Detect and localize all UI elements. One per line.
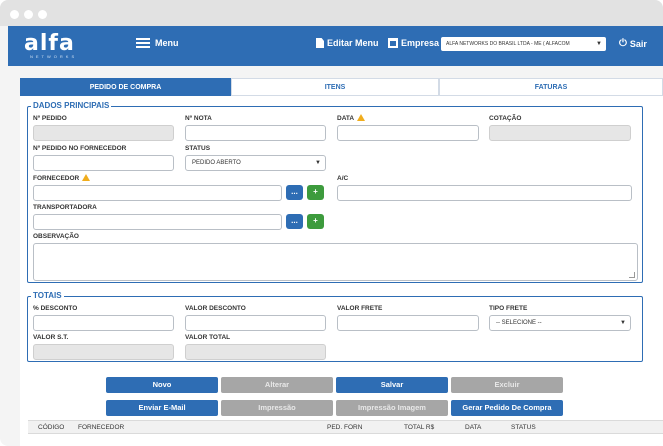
menu-label: Menu [155, 38, 179, 48]
observacao-textarea[interactable] [33, 243, 638, 281]
alfa-logo: alfa [24, 31, 75, 56]
n-nota-input[interactable] [185, 125, 326, 141]
transportadora-search-button[interactable]: ... [286, 214, 303, 229]
building-icon [388, 38, 398, 48]
grid-header-row: CÓDIGO FORNECEDOR PED. FORN TOTAL R$ DAT… [28, 420, 663, 434]
company-select-value: ALFA NETWORKS DO BRASIL LTDA - ME ( ALFA… [446, 41, 570, 47]
valor-st-label: VALOR S.T. [33, 334, 69, 341]
tab-pedido-de-compra[interactable]: PEDIDO DE COMPRA [20, 78, 231, 96]
fornecedor-label: FORNECEDOR [33, 175, 80, 182]
chevron-down-icon: ▼ [315, 160, 321, 166]
top-navbar: alfa NETWORKS Menu Editar Menu Empresa A… [8, 26, 663, 66]
window-chrome [0, 0, 663, 26]
valor-total-input [185, 344, 326, 360]
tipo-frete-select-value: -- SELECIONE -- [496, 320, 542, 326]
menu-button[interactable]: Menu [136, 38, 179, 48]
gerar-pedido-button[interactable]: Gerar Pedido De Compra [451, 400, 563, 416]
n-pedido-fornecedor-label: Nº PEDIDO NO FORNECEDOR [33, 145, 127, 152]
pct-desconto-input[interactable] [33, 315, 174, 331]
warning-icon [82, 174, 91, 181]
edit-menu-link[interactable]: Editar Menu [316, 38, 379, 48]
logo-subtitle: NETWORKS [30, 54, 78, 59]
status-label: STATUS [185, 145, 211, 152]
salvar-button[interactable]: Salvar [336, 377, 448, 393]
resize-grip-icon[interactable] [629, 272, 635, 278]
window-dot-3 [38, 10, 47, 19]
status-select-value: PEDIDO ABERTO [192, 160, 241, 166]
totais-panel: TOTAIS % DESCONTO VALOR DESCONTO VALOR F… [27, 291, 643, 362]
data-label-group: DATA [337, 114, 366, 122]
fornecedor-label-group: FORNECEDOR [33, 174, 91, 182]
valor-desconto-label: VALOR DESCONTO [185, 305, 246, 312]
grid-col-ped-forn[interactable]: PED. FORN [327, 424, 362, 431]
logout-button[interactable]: ⏻ Sair [619, 38, 647, 49]
grid-col-fornecedor[interactable]: FORNECEDOR [78, 424, 124, 431]
document-icon [316, 38, 324, 48]
tab-faturas[interactable]: FATURAS [439, 78, 663, 96]
tipo-frete-select[interactable]: -- SELECIONE -- ▼ [489, 315, 631, 331]
grid-col-data[interactable]: DATA [465, 424, 481, 431]
grid-col-codigo[interactable]: CÓDIGO [38, 424, 64, 431]
grid-col-total[interactable]: TOTAL R$ [404, 424, 434, 431]
transportadora-add-button[interactable]: + [307, 214, 324, 229]
ac-label: A/C [337, 175, 349, 182]
tab-itens[interactable]: ITENS [231, 78, 439, 96]
impressao-imagem-button[interactable]: Impressão Imagem [336, 400, 448, 416]
window-dot-1 [10, 10, 19, 19]
empresa-label-group: Empresa [388, 38, 439, 48]
cotacao-label: COTAÇÃO [489, 115, 522, 122]
dados-principais-legend: DADOS PRINCIPAIS [31, 101, 112, 110]
valor-frete-input[interactable] [337, 315, 479, 331]
fornecedor-input[interactable] [33, 185, 282, 201]
fornecedor-search-button[interactable]: ... [286, 185, 303, 200]
n-pedido-label: Nº PEDIDO [33, 115, 67, 122]
data-input[interactable] [337, 125, 479, 141]
cotacao-input [489, 125, 631, 141]
transportadora-input[interactable] [33, 214, 282, 230]
valor-frete-label: VALOR FRETE [337, 305, 383, 312]
company-select[interactable]: ALFA NETWORKS DO BRASIL LTDA - ME ( ALFA… [441, 37, 606, 51]
valor-st-input [33, 344, 174, 360]
tipo-frete-label: TIPO FRETE [489, 305, 528, 312]
chevron-down-icon: ▼ [596, 41, 602, 47]
impressao-button[interactable]: Impressão [221, 400, 333, 416]
data-label: DATA [337, 115, 355, 122]
status-select[interactable]: PEDIDO ABERTO ▼ [185, 155, 326, 171]
n-pedido-fornecedor-input[interactable] [33, 155, 174, 171]
tab-bar: PEDIDO DE COMPRA ITENS FATURAS [20, 78, 663, 96]
logout-label: Sair [629, 38, 647, 49]
power-icon: ⏻ [619, 38, 627, 49]
enviar-email-button[interactable]: Enviar E-Mail [106, 400, 218, 416]
window-dot-2 [24, 10, 33, 19]
excluir-button[interactable]: Excluir [451, 377, 563, 393]
observacao-label: OBSERVAÇÃO [33, 233, 79, 240]
app-window: alfa NETWORKS Menu Editar Menu Empresa A… [0, 0, 663, 446]
valor-total-label: VALOR TOTAL [185, 334, 231, 341]
chevron-down-icon: ▼ [620, 320, 626, 326]
edit-menu-label: Editar Menu [327, 38, 379, 48]
totais-legend: TOTAIS [31, 291, 64, 300]
main-content: DADOS PRINCIPAIS Nº PEDIDO Nº NOTA DATA … [20, 96, 663, 446]
valor-desconto-input[interactable] [185, 315, 326, 331]
ac-input[interactable] [337, 185, 632, 201]
alterar-button[interactable]: Alterar [221, 377, 333, 393]
n-pedido-input [33, 125, 174, 141]
fornecedor-add-button[interactable]: + [307, 185, 324, 200]
grid-col-status[interactable]: STATUS [511, 424, 536, 431]
hamburger-icon [136, 38, 150, 48]
empresa-label: Empresa [401, 38, 440, 48]
pct-desconto-label: % DESCONTO [33, 305, 78, 312]
dados-principais-panel: DADOS PRINCIPAIS Nº PEDIDO Nº NOTA DATA … [27, 101, 643, 283]
novo-button[interactable]: Novo [106, 377, 218, 393]
warning-icon [357, 114, 366, 121]
transportadora-label: TRANSPORTADORA [33, 204, 97, 211]
n-nota-label: Nº NOTA [185, 115, 212, 122]
